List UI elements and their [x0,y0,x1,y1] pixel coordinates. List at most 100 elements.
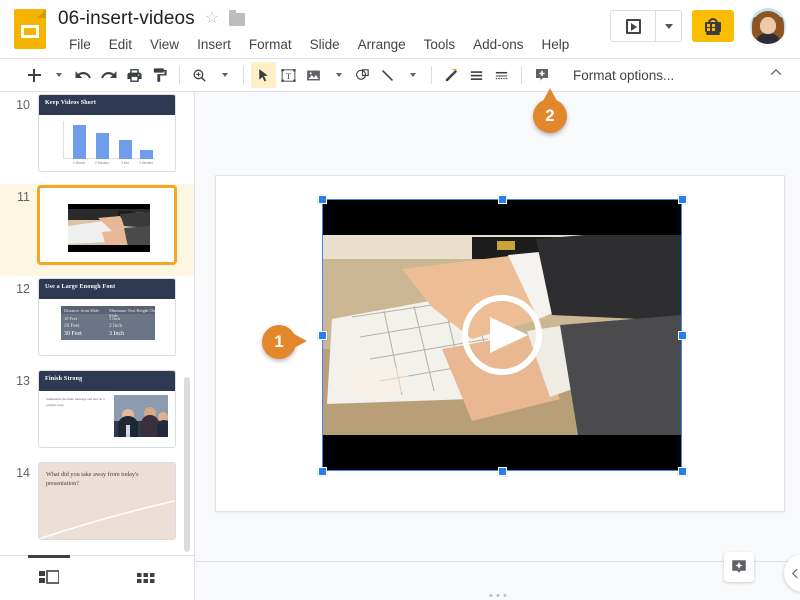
share-button[interactable] [692,10,734,42]
menu-item-help[interactable]: Help [532,35,578,54]
slide-body-text: What did you take away from today's pres… [46,471,139,487]
chevron-down-icon [336,73,342,77]
undo-icon [75,71,91,79]
google-slides-window: 06-insert-videos ☆ File Edit View Insert… [0,0,800,600]
slide-thumbnail-12[interactable]: Use a Large Enough Font Distance from Sl… [38,278,176,356]
slide-title: Finish Strong [45,376,83,382]
list-item[interactable]: 14 What did you take away from today's p… [0,460,194,552]
list-item[interactable]: 10 Keep Videos Short 1 Minute 2 Minutes … [0,92,194,184]
slide-thumbnail-11[interactable] [38,186,176,264]
chevron-down-icon [222,73,228,77]
transition-button[interactable] [489,62,514,88]
toolbar: T Format options... [0,58,800,92]
explore-star-icon [732,560,746,573]
menu-bar: File Edit View Insert Format Slide Arran… [60,35,578,54]
resize-handle-bottom-left[interactable] [317,466,327,476]
callout-number: 1 [274,332,284,351]
menu-item-edit[interactable]: Edit [100,35,141,54]
list-item[interactable]: 11 [0,184,194,276]
slide-number: 14 [16,466,30,480]
menu-item-view[interactable]: View [141,35,188,54]
chevron-down-icon [664,23,673,29]
grid-view-button[interactable] [97,556,194,600]
resize-handle-bottom-center[interactable] [497,466,507,476]
avatar[interactable] [750,8,786,44]
print-icon [127,68,142,82]
page-title[interactable]: 06-insert-videos [58,8,195,30]
thumb-table: Distance from Slide Minimum Text Height … [61,306,155,340]
resize-handle-middle-left[interactable] [317,330,327,340]
speaker-notes-bar[interactable] [195,552,800,600]
collapse-toolbar-button[interactable] [768,65,784,86]
resize-handle-top-left[interactable] [317,194,327,204]
menu-item-slide[interactable]: Slide [301,35,349,54]
handshake-photo [114,395,168,437]
filmstrip-scrollbar[interactable] [184,377,190,552]
paint-format-button[interactable] [147,62,172,88]
undo-button[interactable] [70,62,96,88]
image-icon [307,70,320,80]
slide-thumbnail-14[interactable]: What did you take away from today's pres… [38,462,176,540]
resize-handle-top-center[interactable] [497,194,507,204]
redo-icon [101,71,117,79]
top-bar: 06-insert-videos ☆ File Edit View Insert… [0,0,800,58]
callout-marker-2: 2 [533,88,567,133]
resize-handle-middle-right[interactable] [677,330,687,340]
format-options-button[interactable]: Format options... [573,68,674,83]
text-box-button[interactable]: T [276,62,301,88]
menu-item-addons[interactable]: Add-ons [464,35,532,54]
menu-item-arrange[interactable]: Arrange [349,35,415,54]
cursor-arrow-icon [259,68,268,81]
slide-title: Use a Large Enough Font [45,284,116,290]
table-cell: 20 Feet [64,323,80,329]
present-dropdown-button[interactable] [655,11,681,41]
slide-thumbnail-13[interactable]: Finish Strong Summarize the main message… [38,370,176,448]
menu-item-tools[interactable]: Tools [415,35,465,54]
video-placeholder[interactable] [322,199,682,471]
zoom-dropdown[interactable] [212,62,236,88]
menu-item-insert[interactable]: Insert [188,35,240,54]
callout-marker-1: 1 [262,325,307,359]
table-cell: 2 Inch [109,323,123,329]
insert-image-button[interactable] [301,62,326,88]
svg-text:T: T [286,71,292,81]
background-button[interactable] [464,62,489,88]
filmstrip-view-button[interactable] [0,556,97,600]
paint-format-icon [153,67,167,82]
menu-item-file[interactable]: File [60,35,100,54]
resize-handle-top-right[interactable] [677,194,687,204]
table-cell: 10 Feet [64,316,78,321]
line-icon [381,69,394,81]
redo-button[interactable] [96,62,122,88]
resize-handle-bottom-right[interactable] [677,466,687,476]
present-button[interactable] [611,11,655,41]
slide-number: 13 [16,374,30,388]
slide-thumbnail-10[interactable]: Keep Videos Short 1 Minute 2 Minutes 3 M… [38,94,176,172]
slide-number: 11 [17,190,30,204]
chart-label: 1 Minute [72,161,86,165]
line-button[interactable] [375,62,400,88]
notes-resize-grip[interactable] [489,594,506,597]
menu-item-format[interactable]: Format [240,35,301,54]
chevron-down-icon [410,73,416,77]
select-tool-button[interactable] [251,62,276,88]
video-thumbnail-image [68,204,150,252]
zoom-button[interactable] [187,62,212,88]
explore-button[interactable] [724,552,754,582]
line-dropdown[interactable] [400,62,424,88]
print-button[interactable] [122,62,147,88]
add-comment-button[interactable] [529,62,555,88]
shape-button[interactable] [350,62,375,88]
new-slide-dropdown[interactable] [46,62,70,88]
folder-icon[interactable] [229,9,246,26]
list-item[interactable]: 12 Use a Large Enough Font Distance from… [0,276,194,368]
insert-image-dropdown[interactable] [326,62,350,88]
list-item[interactable]: 13 Finish Strong Summarize the main mess… [0,368,194,460]
toolbar-separator [179,66,180,84]
slide-filmstrip-panel[interactable]: 10 Keep Videos Short 1 Minute 2 Minutes … [0,92,195,555]
new-slide-button[interactable] [22,62,46,88]
pen-button[interactable] [439,62,464,88]
star-icon[interactable]: ☆ [205,11,219,27]
magnifier-icon [193,69,206,82]
chevron-left-icon [791,568,798,578]
